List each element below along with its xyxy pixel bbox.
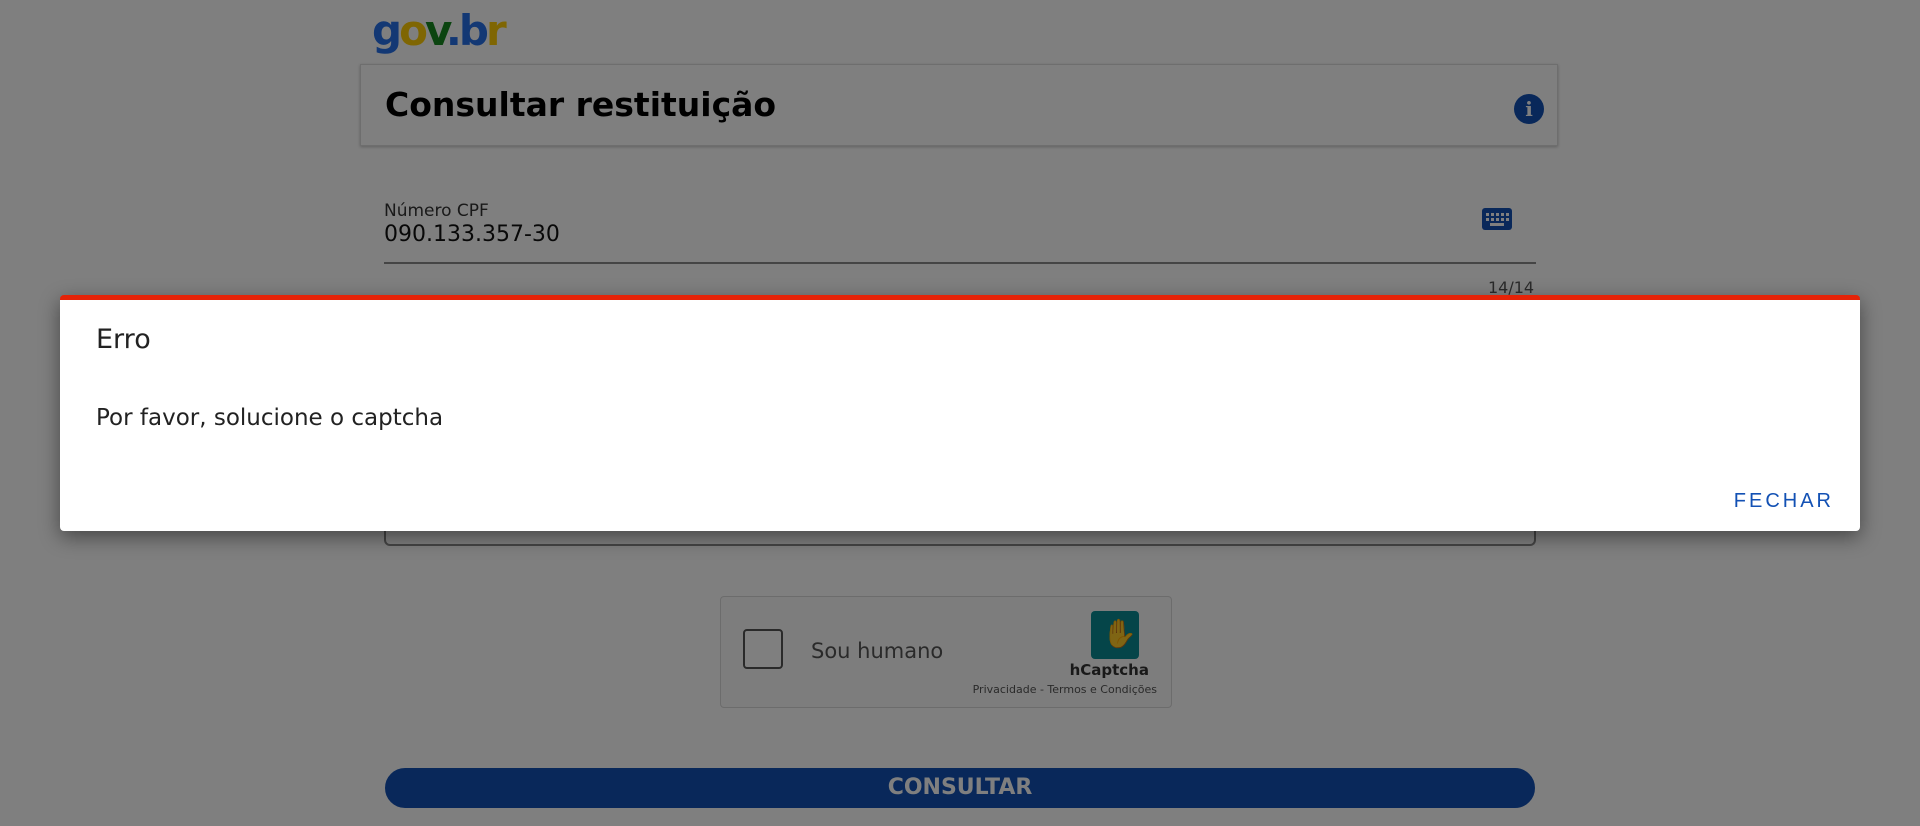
dialog-title: Erro (96, 324, 151, 355)
dialog-message: Por favor, solucione o captcha (96, 405, 444, 431)
error-dialog: Erro Por favor, solucione o captcha FECH… (60, 295, 1860, 531)
close-button[interactable]: FECHAR (1734, 490, 1834, 513)
